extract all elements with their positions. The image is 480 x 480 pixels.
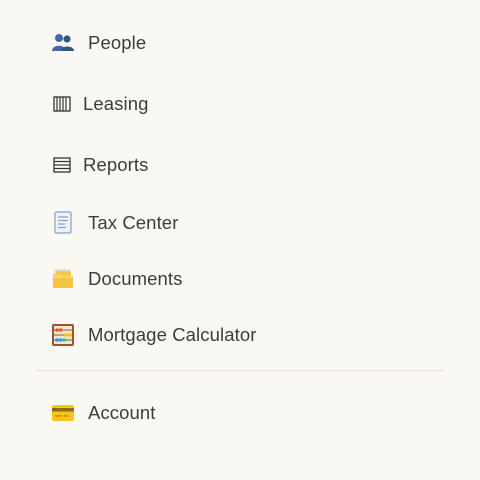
menu-item-label: Documents (88, 268, 183, 289)
menu-item-label: Account (88, 402, 156, 423)
menu-item-documents[interactable]: Documents (0, 257, 480, 301)
menu-item-leasing[interactable]: Leasing (0, 82, 480, 126)
menu-item-reports[interactable]: Reports (0, 143, 480, 187)
leasing-icon (50, 92, 74, 116)
credit-card-icon (51, 401, 75, 425)
menu-item-label: Tax Center (88, 212, 179, 233)
menu-item-mortgage-calculator[interactable]: Mortgage Calculator (0, 313, 480, 357)
menu-item-label: Mortgage Calculator (88, 324, 257, 345)
folder-icon (51, 267, 75, 291)
receipt-icon (51, 211, 75, 235)
abacus-icon (51, 323, 75, 347)
reports-icon (50, 153, 74, 177)
menu-item-tax-center[interactable]: Tax Center (0, 201, 480, 245)
navigation-menu: People Leasing Reports Tax Center Docume… (0, 0, 480, 480)
menu-item-label: Leasing (83, 93, 149, 114)
menu-divider (36, 370, 444, 371)
menu-item-people[interactable]: People (0, 21, 480, 65)
menu-item-label: People (88, 32, 147, 53)
menu-item-label: Reports (83, 154, 149, 175)
menu-item-account[interactable]: Account (0, 391, 480, 435)
people-icon (51, 31, 75, 55)
